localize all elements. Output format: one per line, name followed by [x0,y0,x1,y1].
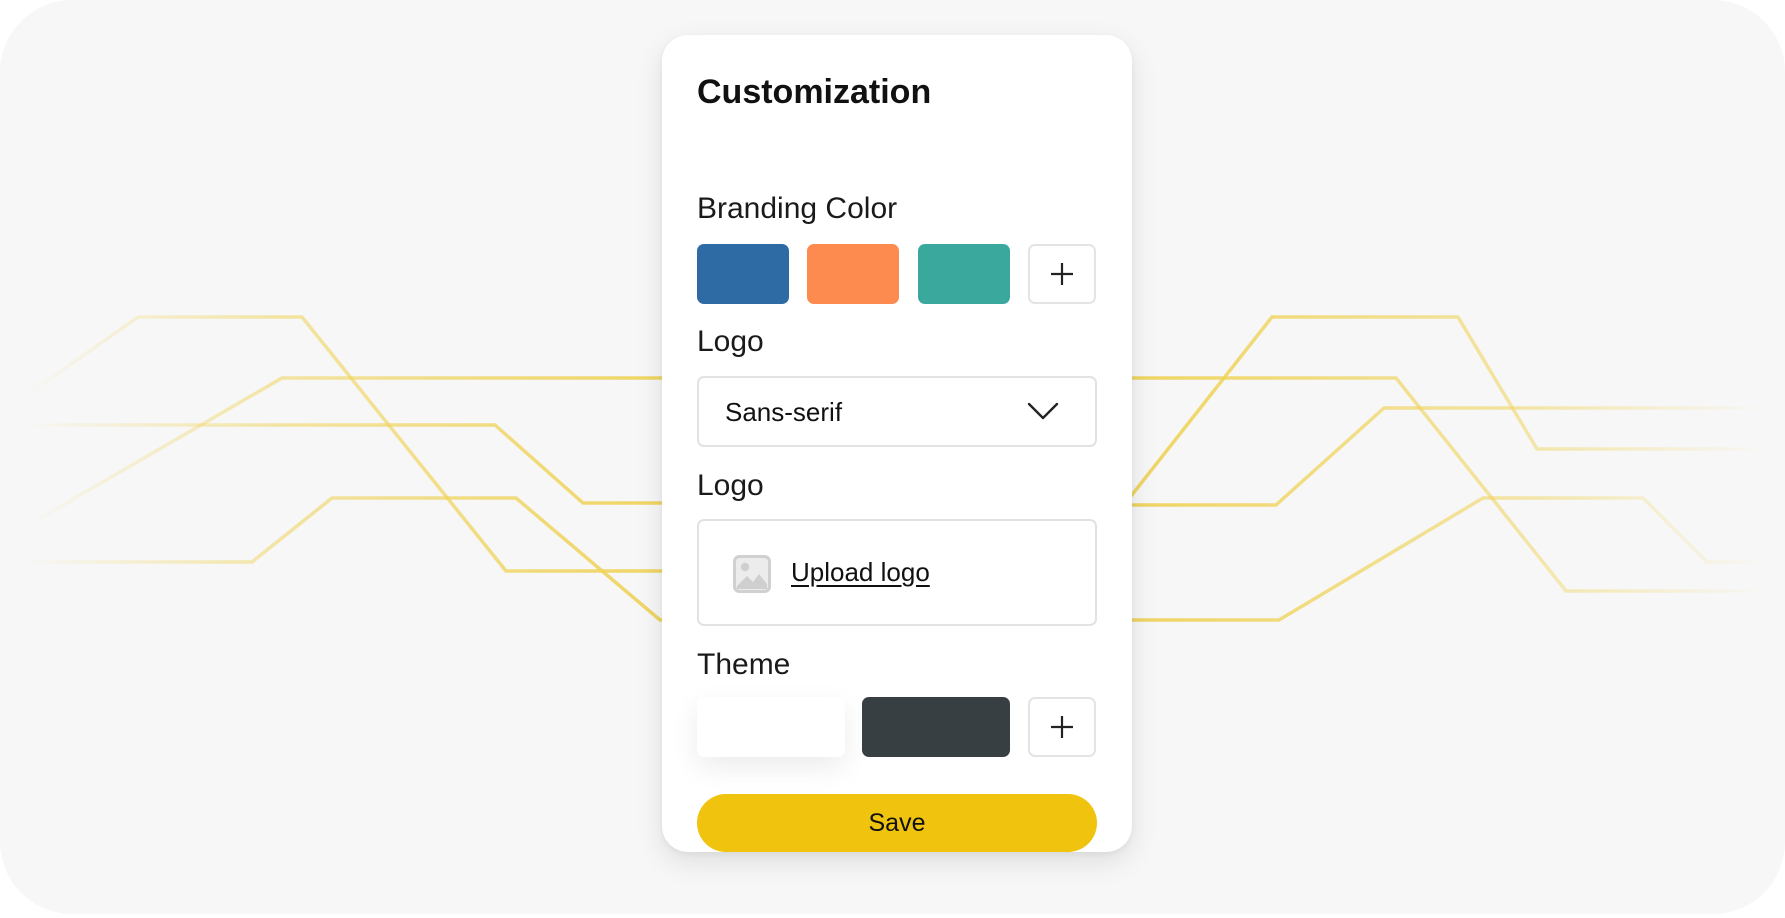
theme-label: Theme [697,648,791,681]
plus-icon [1051,716,1073,738]
branding-swatch-blue[interactable] [697,244,789,304]
branding-color-label: Branding Color [697,192,898,225]
logo-font-select[interactable]: Sans-serif [697,376,1097,447]
save-button[interactable]: Save [697,794,1097,852]
customization-card: Customization Branding Color Logo Sans-s… [662,35,1132,852]
logo-font-label: Logo [697,325,764,358]
add-branding-color-button[interactable] [1028,244,1096,304]
card-title: Customization [697,73,932,111]
logo-upload-label: Logo [697,469,764,502]
logo-upload-area[interactable]: Upload logo [697,519,1097,626]
logo-font-selected-value: Sans-serif [725,397,843,427]
theme-swatch-dark[interactable] [862,697,1010,757]
upload-logo-link[interactable]: Upload logo [791,557,930,588]
image-icon [733,555,771,593]
add-theme-button[interactable] [1028,697,1096,757]
theme-swatch-light[interactable] [697,697,845,757]
plus-icon [1051,263,1073,285]
branding-swatch-orange[interactable] [807,244,899,304]
page-background: Customization Branding Color Logo Sans-s… [0,0,1785,914]
chevron-down-icon [1027,402,1059,420]
branding-swatch-teal[interactable] [918,244,1010,304]
